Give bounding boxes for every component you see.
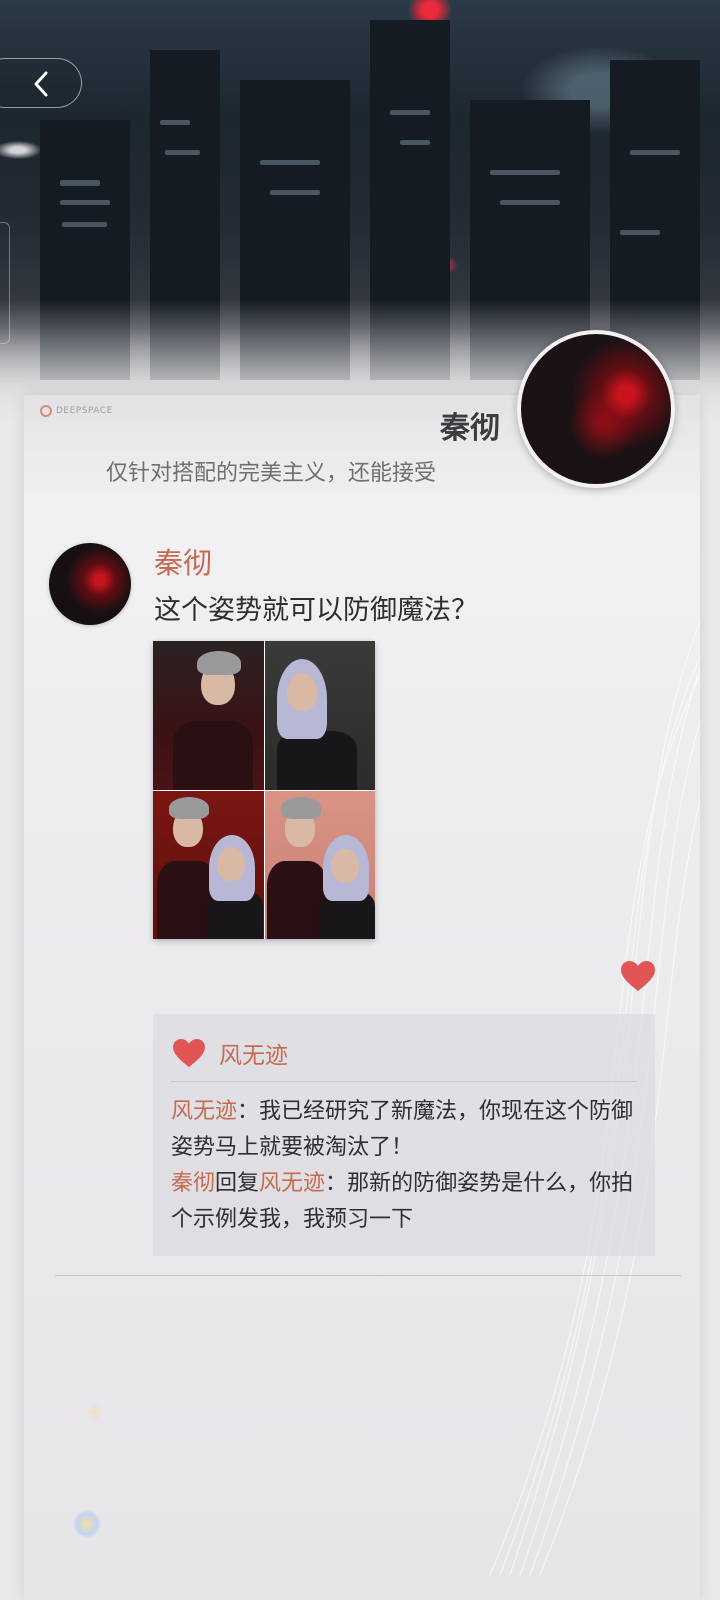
- side-drawer-handle[interactable]: [0, 222, 10, 344]
- comment-author[interactable]: 风无迹: [171, 1099, 237, 1124]
- profile-avatar[interactable]: [517, 330, 675, 488]
- heart-icon: [621, 961, 655, 991]
- post-author-avatar[interactable]: [49, 543, 131, 625]
- comments-section: 风无迹 风无迹：我已经研究了新魔法，你现在这个防御姿势马上就要被淘汰了！ 秦彻回…: [153, 1014, 655, 1256]
- lens-flare: [88, 1402, 102, 1422]
- post-photo-1[interactable]: [153, 641, 264, 790]
- profile-signature: 仅针对搭配的完美主义，还能接受: [106, 461, 437, 486]
- comment-item[interactable]: 秦彻回复风无迹：那新的防御姿势是什么，你拍个示例发我，我预习一下: [171, 1166, 641, 1238]
- brand: DEEPSPACE: [40, 405, 113, 417]
- profile-name: 秦彻: [440, 411, 500, 446]
- post-author-name[interactable]: 秦彻: [154, 540, 212, 582]
- brand-logo-icon: [40, 405, 52, 417]
- back-button[interactable]: [0, 58, 82, 108]
- post-photo-4[interactable]: [264, 790, 375, 939]
- likes-row: 风无迹: [171, 1036, 288, 1070]
- lens-flare: [72, 1510, 102, 1538]
- card-divider: [55, 1275, 681, 1276]
- chevron-left-icon: [34, 71, 48, 97]
- comment-reply-word: 回复: [215, 1171, 260, 1196]
- comment-separator: ：: [325, 1171, 348, 1196]
- comment-author[interactable]: 秦彻: [171, 1171, 215, 1196]
- comment-separator: ：: [237, 1099, 260, 1124]
- post-photo-2[interactable]: [264, 641, 375, 790]
- comment-reply-to[interactable]: 风无迹: [259, 1171, 325, 1196]
- post-text: 这个姿势就可以防御魔法？: [154, 595, 478, 626]
- heart-icon: [173, 1038, 205, 1068]
- post-photo-grid[interactable]: [153, 641, 375, 939]
- brand-text: DEEPSPACE: [56, 406, 113, 416]
- comment-list: 风无迹：我已经研究了新魔法，你现在这个防御姿势马上就要被淘汰了！ 秦彻回复风无迹…: [171, 1094, 641, 1238]
- comment-item[interactable]: 风无迹：我已经研究了新魔法，你现在这个防御姿势马上就要被淘汰了！: [171, 1094, 641, 1166]
- like-button[interactable]: [620, 960, 656, 992]
- post-photo-3[interactable]: [153, 790, 264, 939]
- liker-name[interactable]: 风无迹: [219, 1036, 288, 1070]
- comments-divider: [171, 1081, 637, 1082]
